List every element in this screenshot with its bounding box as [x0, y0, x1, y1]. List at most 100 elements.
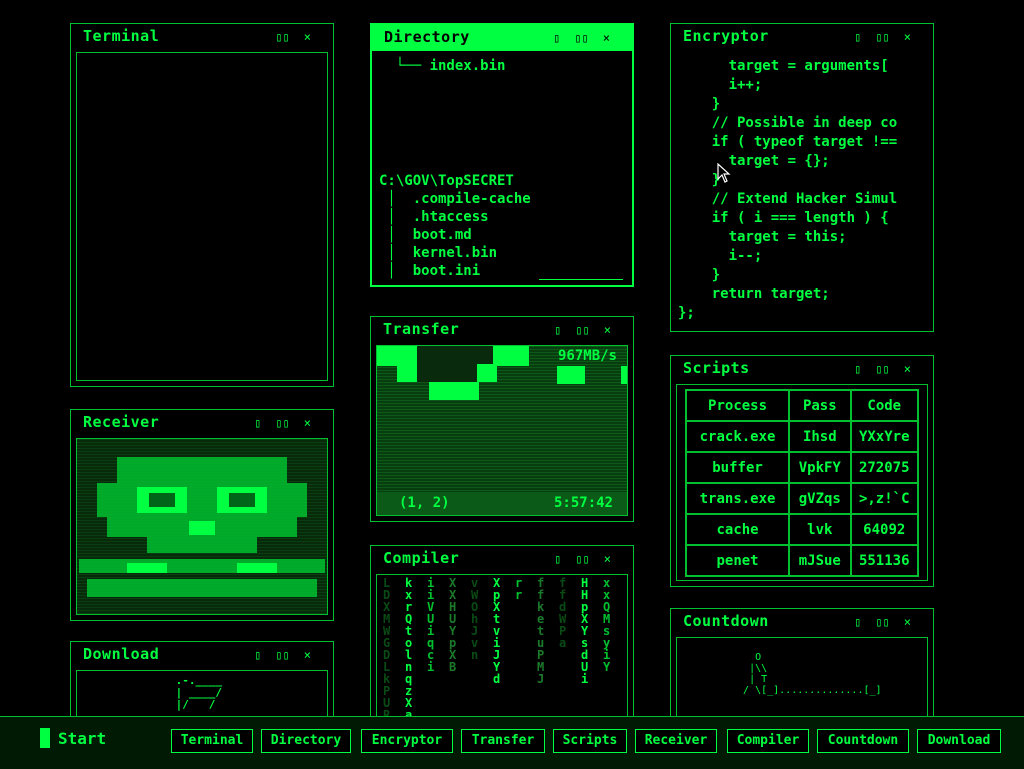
start-label: Start	[58, 728, 107, 748]
matrix-column: X p X t v i J Y d	[493, 576, 501, 686]
compiler-titlebar[interactable]: Compiler ▯ ▯▯ ×	[371, 546, 633, 572]
transfer-titlebar[interactable]: Transfer ▯ ▯▯ ×	[371, 317, 633, 343]
maximize-button[interactable]: ▯▯	[875, 362, 889, 376]
maximize-button[interactable]: ▯▯	[875, 30, 889, 44]
window-title: Directory	[384, 28, 470, 46]
minimize-button[interactable]: ▯	[254, 648, 261, 662]
directory-titlebar[interactable]: Directory ▯ ▯▯ ×	[372, 25, 632, 51]
directory-entry[interactable]: │ boot.ini	[379, 262, 531, 280]
taskbar-button-compiler[interactable]: Compiler	[727, 729, 809, 753]
terminal-window[interactable]: Terminal ▯▯ ×	[70, 23, 334, 387]
close-button[interactable]: ×	[603, 31, 610, 45]
directory-listing[interactable]: └── index.bin C:\GOV\TopSECRET │ .compil…	[375, 53, 629, 280]
taskbar-button-directory[interactable]: Directory	[261, 729, 351, 753]
minimize-button[interactable]: ▯	[554, 552, 561, 566]
countdown-titlebar[interactable]: Countdown ▯ ▯▯ ×	[671, 609, 933, 635]
close-button[interactable]: ×	[604, 323, 611, 337]
maximize-button[interactable]: ▯▯	[575, 552, 589, 566]
maximize-button[interactable]: ▯▯	[875, 615, 889, 629]
minimize-button[interactable]: ▯	[854, 30, 861, 44]
taskbar-button-download[interactable]: Download	[917, 729, 1001, 753]
transfer-window[interactable]: Transfer ▯ ▯▯ × 967MB/s (1, 2) 5:57:42	[370, 316, 634, 522]
folder-ascii-art: .-.____ | ____/ |/ /	[175, 674, 222, 711]
countdown-window[interactable]: Countdown ▯ ▯▯ × O |\\ | T / \[_].......…	[670, 608, 934, 728]
table-cell: 64092	[849, 513, 919, 546]
mouse-cursor-icon	[717, 163, 731, 183]
table-row[interactable]: cache lvk 64092	[684, 513, 919, 546]
directory-entry[interactable]: │ boot.md	[379, 226, 531, 244]
encryptor-titlebar[interactable]: Encryptor ▯ ▯▯ ×	[671, 24, 933, 50]
table-cell: buffer	[684, 451, 791, 484]
table-cell: >,z!`C	[849, 482, 919, 515]
minimize-button[interactable]: ▯	[254, 416, 261, 430]
scripts-window[interactable]: Scripts ▯ ▯▯ × Process Pass Code crack.e…	[670, 355, 934, 587]
column-header: Code	[849, 389, 919, 422]
maximize-button[interactable]: ▯▯	[275, 648, 289, 662]
maximize-button[interactable]: ▯▯	[575, 323, 589, 337]
close-button[interactable]: ×	[604, 552, 611, 566]
table-cell: YXxYre	[849, 420, 919, 453]
directory-entry[interactable]: │ .htaccess	[379, 208, 531, 226]
matrix-columns: L D X M W G D L k P U R ek x r Q t o l n…	[383, 577, 627, 728]
directory-entries: │ .compile-cache │ .htaccess │ boot.md │…	[379, 190, 531, 280]
minimize-button[interactable]: ▯	[554, 323, 561, 337]
scripts-titlebar[interactable]: Scripts ▯ ▯▯ ×	[671, 356, 933, 382]
table-row[interactable]: trans.exe gVZqs >,z!`C	[684, 482, 919, 515]
minimize-button[interactable]: ▯	[854, 362, 861, 376]
table-row[interactable]: penet mJSue 551136	[684, 544, 919, 577]
start-button[interactable]: Start	[40, 727, 106, 749]
close-button[interactable]: ×	[304, 30, 311, 44]
terminal-output[interactable]	[76, 52, 328, 381]
transfer-blocks	[377, 346, 627, 514]
taskbar-button-terminal[interactable]: Terminal	[171, 729, 253, 753]
close-button[interactable]: ×	[904, 615, 911, 629]
encryptor-code[interactable]: target = arguments[ i++; } // Possible i…	[676, 52, 928, 326]
taskbar-button-receiver[interactable]: Receiver	[635, 729, 717, 753]
taskbar: Start Terminal Directory Encryptor Trans…	[0, 716, 1024, 769]
window-title: Transfer	[383, 320, 460, 338]
table-cell: 551136	[849, 544, 919, 577]
matrix-column: v W O h J v n	[471, 576, 479, 662]
receiver-titlebar[interactable]: Receiver ▯ ▯▯ ×	[71, 410, 333, 436]
matrix-column: f f k e t u P M J	[537, 576, 545, 686]
countdown-view: O |\\ | T / \[_]..............[_]	[676, 637, 928, 722]
terminal-titlebar[interactable]: Terminal ▯▯ ×	[71, 24, 333, 50]
minimize-button[interactable]: ▯	[553, 31, 560, 45]
close-button[interactable]: ×	[904, 362, 911, 376]
matrix-column: i i V U i q c i	[427, 576, 435, 674]
taskbar-button-encryptor[interactable]: Encryptor	[361, 729, 453, 753]
maximize-button[interactable]: ▯▯	[574, 31, 588, 45]
window-title: Terminal	[83, 27, 160, 45]
close-button[interactable]: ×	[304, 648, 311, 662]
compiler-matrix-rain: L D X M W G D L k P U R ek x r Q t o l n…	[376, 574, 628, 729]
window-title: Encryptor	[683, 27, 769, 45]
directory-entry[interactable]: │ .compile-cache	[379, 190, 530, 208]
close-button[interactable]: ×	[904, 30, 911, 44]
encryptor-window[interactable]: Encryptor ▯ ▯▯ × target = arguments[ i++…	[670, 23, 934, 332]
scripts-table: Process Pass Code crack.exe Ihsd YXxYre buf…	[684, 389, 919, 577]
minimize-button[interactable]: ▯	[854, 615, 861, 629]
matrix-column: L D X M W G D L k P U R e	[383, 576, 391, 728]
column-header: Process	[684, 389, 791, 422]
taskbar-button-countdown[interactable]: Countdown	[817, 729, 909, 753]
matrix-column: X X H U Y p X B	[449, 576, 457, 674]
directory-entry[interactable]: │ kernel.bin	[379, 244, 531, 262]
table-cell: mJSue	[788, 544, 852, 577]
receiver-window[interactable]: Receiver ▯ ▯▯ ×	[70, 409, 334, 621]
table-row[interactable]: crack.exe Ihsd YXxYre	[684, 420, 919, 453]
table-cell: VpkFY	[788, 451, 852, 484]
maximize-button[interactable]: ▯▯	[275, 416, 289, 430]
download-titlebar[interactable]: Download ▯ ▯▯ ×	[71, 642, 333, 668]
table-cell: 272075	[849, 451, 919, 484]
taskbar-button-scripts[interactable]: Scripts	[553, 729, 627, 753]
compiler-window[interactable]: Compiler ▯ ▯▯ × L D X M W G D L k P U R …	[370, 545, 634, 735]
table-cell: gVZqs	[788, 482, 852, 515]
table-row[interactable]: buffer VpkFY 272075	[684, 451, 919, 484]
maximize-button[interactable]: ▯▯	[275, 30, 289, 44]
directory-window[interactable]: Directory ▯ ▯▯ × └── index.bin C:\GOV\To…	[370, 23, 634, 287]
load-progress-bar	[539, 279, 623, 280]
taskbar-button-transfer[interactable]: Transfer	[461, 729, 545, 753]
close-button[interactable]: ×	[304, 416, 311, 430]
matrix-column: x x Q M s y i Y	[603, 576, 611, 674]
matrix-column: r r	[515, 576, 523, 602]
